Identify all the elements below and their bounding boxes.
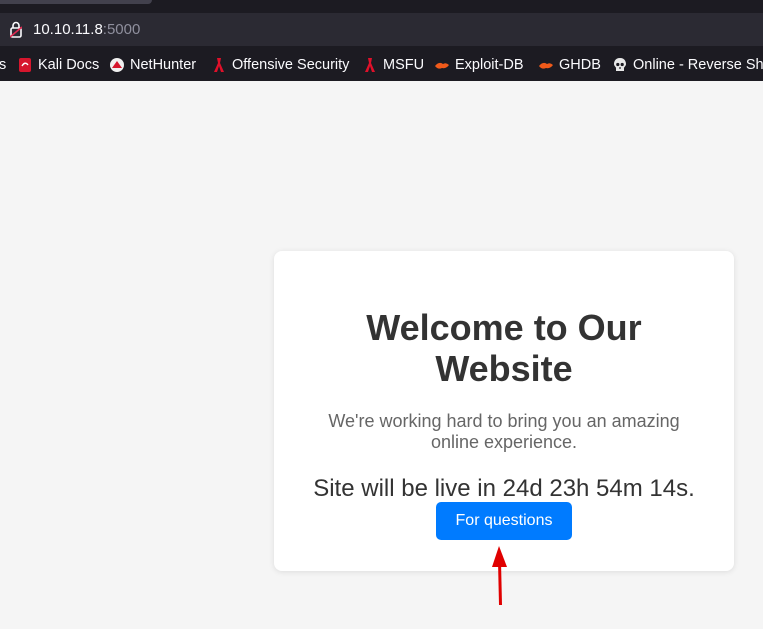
- bookmark-offensive-security[interactable]: Offensive Security: [211, 55, 349, 75]
- red-arrow-icon: [492, 546, 507, 606]
- bookmark-ghdb[interactable]: GHDB: [538, 55, 601, 75]
- browser-toolbar: 10.10.11.8:5000 s Kali Docs NetHunter Of…: [0, 0, 763, 81]
- skull-icon: [614, 58, 626, 71]
- page-content: Welcome to Our Website We're working har…: [0, 81, 763, 629]
- bookmark-label: s: [0, 57, 7, 73]
- for-questions-button[interactable]: For questions: [436, 502, 572, 540]
- offsec-icon: [214, 58, 224, 72]
- bookmark-nethunter[interactable]: NetHunter: [109, 55, 196, 75]
- bookmark-label: NetHunter: [130, 57, 197, 73]
- bookmark-reverse-shell[interactable]: Online - Reverse Sh: [612, 55, 763, 75]
- msfu-icon: [365, 58, 375, 72]
- lock-icon[interactable]: [10, 21, 22, 38]
- url-text[interactable]: 10.10.11.8:5000: [33, 21, 140, 39]
- countdown-text: Site will be live in 24d 23h 54m 14s.: [313, 475, 695, 502]
- bookmark-label: Online - Reverse Sh: [633, 57, 763, 73]
- nethunter-icon: [110, 58, 124, 72]
- card-description: We're working hard to bring you an amazi…: [328, 411, 680, 452]
- exploit-db-icon: [435, 62, 449, 69]
- bookmark-label: Kali Docs: [38, 57, 100, 73]
- bookmark-kali-tools[interactable]: s: [0, 55, 6, 75]
- bookmark-label: GHDB: [559, 57, 601, 73]
- bookmark-label: Offensive Security: [232, 57, 350, 73]
- url-host: 10.10.11.8: [33, 21, 103, 38]
- bookmark-msfu[interactable]: MSFU: [362, 55, 424, 75]
- bookmark-label: MSFU: [383, 57, 425, 73]
- url-port: :5000: [102, 21, 141, 38]
- bookmark-label: Exploit-DB: [455, 57, 524, 73]
- bookmarks-toolbar: s Kali Docs NetHunter Offensive Security: [0, 51, 763, 79]
- bookmark-kali-docs[interactable]: Kali Docs: [17, 55, 99, 75]
- bookmark-exploit-db[interactable]: Exploit-DB: [434, 55, 524, 75]
- kali-docs-icon: [19, 58, 31, 72]
- welcome-card: Welcome to Our Website We're working har…: [274, 251, 734, 571]
- active-tab-edge[interactable]: [0, 0, 152, 4]
- page-title: Welcome to Our Website: [366, 307, 642, 389]
- ghdb-icon: [539, 62, 553, 69]
